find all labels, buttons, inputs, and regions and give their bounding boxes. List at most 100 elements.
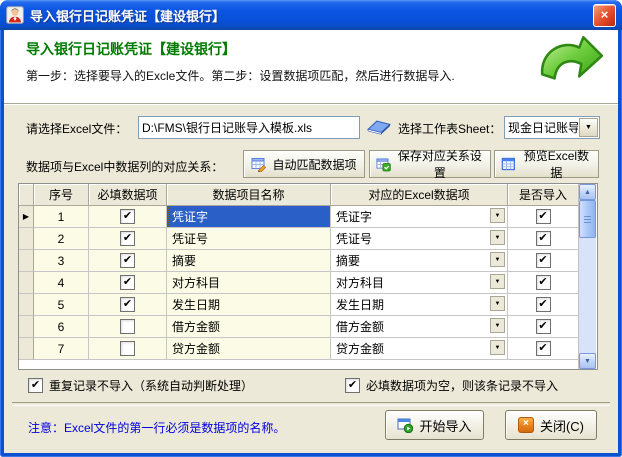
dialog-body: 导入银行日记账凭证【建设银行】 第一步：选择要导入的Excle文件。第二步：设置… xyxy=(4,30,618,453)
skip-empty-required-label: 必填数据项为空，则该条记录不导入 xyxy=(366,377,558,394)
excel-mapping-cell[interactable]: 贷方金额▼ xyxy=(331,338,508,360)
auto-match-button[interactable]: 自动匹配数据项 xyxy=(243,150,365,178)
excel-mapping-cell[interactable]: 发生日期▼ xyxy=(331,294,508,316)
required-cell[interactable]: ✔ xyxy=(89,250,167,272)
table-row[interactable]: 6 借方金额借方金额 ▼ ✔ xyxy=(19,316,578,338)
row-selector xyxy=(19,316,34,338)
skip-duplicates-checkbox[interactable]: ✔ xyxy=(28,378,43,393)
table-row[interactable]: 3✔摘要摘要▼✔ xyxy=(19,250,578,272)
scroll-up-icon[interactable]: ▲ xyxy=(579,184,596,200)
excel-path-input[interactable] xyxy=(138,116,360,139)
import-checkbox[interactable]: ✔ xyxy=(536,341,551,356)
seq-cell: 7 xyxy=(34,338,89,360)
import-checkbox[interactable]: ✔ xyxy=(536,253,551,268)
table-row[interactable]: 7 贷方金额贷方金额▼ ✔ xyxy=(19,338,578,360)
seq-cell: 6 xyxy=(34,316,89,338)
skip-empty-required-checkbox[interactable]: ✔ xyxy=(345,378,360,393)
required-cell[interactable]: ✔ xyxy=(89,228,167,250)
close-icon[interactable]: × xyxy=(593,4,616,27)
import-checkbox[interactable]: ✔ xyxy=(536,231,551,246)
seq-cell: 2 xyxy=(34,228,89,250)
required-checkbox[interactable]: ✔ xyxy=(120,209,135,224)
field-name-cell[interactable]: 发生日期 xyxy=(167,294,331,316)
field-name-cell[interactable]: 贷方金额 xyxy=(167,338,331,360)
required-cell[interactable] xyxy=(89,316,167,338)
sheet-label: 选择工作表Sheet： xyxy=(398,120,501,137)
preview-excel-label: 预览Excel数据 xyxy=(521,147,592,181)
dropdown-arrow-icon[interactable]: ▼ xyxy=(490,296,505,311)
excel-mapping-cell[interactable]: 摘要 ▼ xyxy=(331,250,508,272)
table-row[interactable]: 5✔发生日期发生日期▼✔ xyxy=(19,294,578,316)
import-cell[interactable]: ✔ xyxy=(508,272,578,294)
seq-cell: 1 xyxy=(34,206,89,228)
excel-mapping-value: 借方金额 xyxy=(336,318,384,335)
table-grid-icon xyxy=(501,156,516,172)
field-name-cell[interactable]: 借方金额 xyxy=(167,316,331,338)
close-button-label: 关闭(C) xyxy=(540,416,584,435)
skip-empty-required-option[interactable]: ✔ 必填数据项为空，则该条记录不导入 xyxy=(345,377,558,394)
dropdown-arrow-icon[interactable]: ▼ xyxy=(490,340,505,355)
mapping-label: 数据项与Excel中数据列的对应关系： xyxy=(26,158,223,175)
start-import-label: 开始导入 xyxy=(419,416,471,435)
excel-mapping-value: 凭证字 xyxy=(336,208,372,225)
import-checkbox[interactable]: ✔ xyxy=(536,275,551,290)
scroll-down-icon[interactable]: ▼ xyxy=(579,353,596,369)
import-checkbox[interactable]: ✔ xyxy=(536,319,551,334)
import-cell[interactable]: ✔ xyxy=(508,316,578,338)
table-row[interactable]: ▶1 ✔ 凭证字凭证字 ▼ ✔ xyxy=(19,206,578,228)
excel-mapping-value: 凭证号 xyxy=(336,230,372,247)
header-band: 导入银行日记账凭证【建设银行】 第一步：选择要导入的Excle文件。第二步：设置… xyxy=(4,30,618,104)
table-pencil-icon xyxy=(251,156,267,172)
import-cell[interactable]: ✔ xyxy=(508,294,578,316)
dropdown-arrow-icon[interactable]: ▼ xyxy=(490,318,505,333)
scrollbar-thumb[interactable] xyxy=(579,200,596,238)
field-name-cell[interactable]: 摘要 xyxy=(167,250,331,272)
required-checkbox[interactable]: ✔ xyxy=(120,297,135,312)
excel-mapping-value: 摘要 xyxy=(336,252,360,269)
import-cell[interactable]: ✔ xyxy=(508,206,578,228)
field-name-cell[interactable]: 对方科目 xyxy=(167,272,331,294)
import-cell[interactable]: ✔ xyxy=(508,228,578,250)
required-cell[interactable]: ✔ xyxy=(89,294,167,316)
save-mapping-button[interactable]: 保存对应关系设置 xyxy=(369,150,491,178)
required-cell[interactable]: ✔ xyxy=(89,272,167,294)
table-row[interactable]: 2 ✔ 凭证号凭证号 ▼ ✔ xyxy=(19,228,578,250)
table-row[interactable]: 4✔对方科目对方科目▼✔ xyxy=(19,272,578,294)
import-checkbox[interactable]: ✔ xyxy=(536,209,551,224)
excel-mapping-cell[interactable]: 借方金额 ▼ xyxy=(331,316,508,338)
sheet-select[interactable]: 现金日记账导 ▼ xyxy=(504,116,600,139)
dropdown-arrow-icon[interactable]: ▼ xyxy=(490,274,505,289)
browse-book-icon[interactable] xyxy=(366,116,392,138)
required-checkbox[interactable]: ✔ xyxy=(120,275,135,290)
import-cell[interactable]: ✔ xyxy=(508,250,578,272)
grid-main: 序号 必填数据项 数据项目名称 对应的Excel数据项 是否导入 ▶1✔凭证字凭… xyxy=(19,184,578,369)
start-import-button[interactable]: 开始导入 xyxy=(385,410,484,440)
skip-duplicates-option[interactable]: ✔ 重复记录不导入（系统自动判断处理） xyxy=(28,377,253,394)
import-cell[interactable]: ✔ xyxy=(508,338,578,360)
file-label: 请选择Excel文件： xyxy=(26,120,127,137)
required-checkbox[interactable]: ✔ xyxy=(120,253,135,268)
field-name-cell[interactable]: 凭证号 xyxy=(167,228,331,250)
dropdown-arrow-icon[interactable]: ▼ xyxy=(490,208,505,223)
mapping-table: 序号 必填数据项 数据项目名称 对应的Excel数据项 是否导入 ▶1✔凭证字凭… xyxy=(18,183,598,370)
required-cell[interactable] xyxy=(89,338,167,360)
excel-mapping-cell[interactable]: 对方科目▼ xyxy=(331,272,508,294)
title-bar[interactable]: 导入银行日记账凭证【建设银行】 × xyxy=(0,0,622,30)
required-cell[interactable]: ✔ xyxy=(89,206,167,228)
vertical-scrollbar[interactable]: ▲ ▼ xyxy=(578,184,596,369)
preview-excel-button[interactable]: 预览Excel数据 xyxy=(494,150,599,178)
dropdown-arrow-icon[interactable]: ▼ xyxy=(490,252,505,267)
chevron-down-icon[interactable]: ▼ xyxy=(579,118,598,137)
dropdown-arrow-icon[interactable]: ▼ xyxy=(490,230,505,245)
field-name-cell[interactable]: 凭证字 xyxy=(167,206,331,228)
skip-duplicates-label: 重复记录不导入（系统自动判断处理） xyxy=(49,377,253,394)
col-header-import: 是否导入 xyxy=(508,184,578,206)
row-selector: ▶ xyxy=(19,206,34,228)
required-checkbox[interactable] xyxy=(120,341,135,356)
required-checkbox[interactable] xyxy=(120,319,135,334)
excel-mapping-cell[interactable]: 凭证字 ▼ xyxy=(331,206,508,228)
excel-mapping-cell[interactable]: 凭证号 ▼ xyxy=(331,228,508,250)
close-button[interactable]: × 关闭(C) xyxy=(505,410,597,440)
required-checkbox[interactable]: ✔ xyxy=(120,231,135,246)
import-checkbox[interactable]: ✔ xyxy=(536,297,551,312)
